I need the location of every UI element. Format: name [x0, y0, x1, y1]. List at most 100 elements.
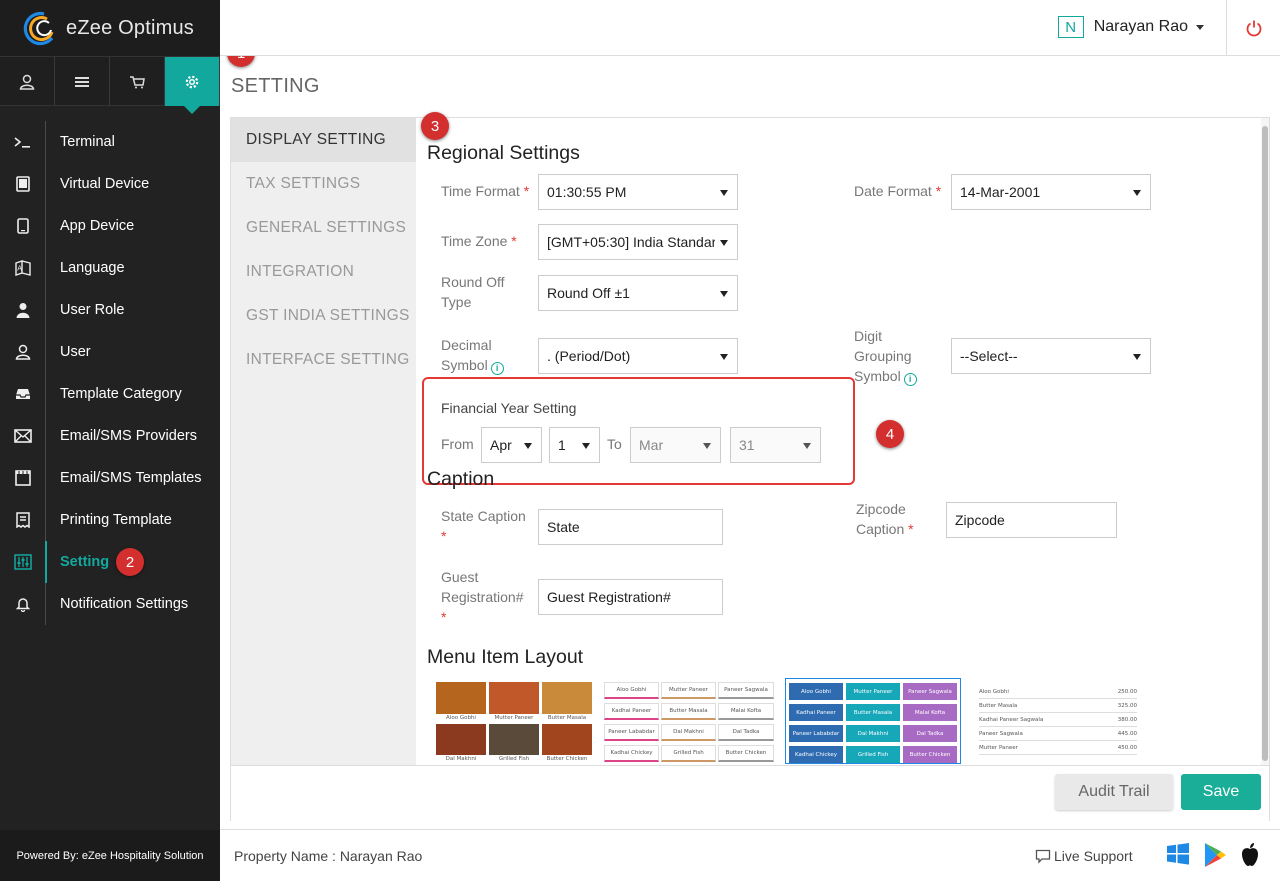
logout-button[interactable]: [1226, 0, 1280, 56]
bottom-bar: Property Name : Narayan Rao Live Support: [220, 829, 1280, 881]
grid-item: Dal Makhni: [661, 724, 716, 741]
sidebar-item-notification-settings[interactable]: Notification Settings: [0, 583, 220, 625]
list-item-price: 250.00: [1089, 686, 1137, 699]
phone-icon: [16, 218, 29, 234]
color-tile: Kadhai Paneer: [789, 704, 843, 721]
annotation-badge-2: 2: [116, 548, 144, 576]
chevron-down-icon: [1133, 190, 1141, 196]
photo-item-label: Grilled Fish: [498, 756, 530, 762]
color-tile: Grilled Fish: [846, 746, 900, 763]
subnav-tax-settings[interactable]: TAX SETTINGS: [231, 162, 416, 206]
sidebar-item-virtual-device[interactable]: Virtual Device: [0, 163, 220, 205]
live-support-link[interactable]: Live Support: [1035, 848, 1133, 864]
audit-trail-button[interactable]: Audit Trail: [1055, 774, 1173, 810]
list-item-price: 445.00: [1089, 728, 1137, 741]
food-photo: [542, 724, 592, 755]
zipcode-caption-input[interactable]: Zipcode: [946, 502, 1117, 538]
color-tile: Paneer Sagwala: [903, 683, 957, 700]
sidebar-item-printing-template[interactable]: Printing Template: [0, 499, 220, 541]
grid-item: Dal Tadka: [718, 724, 774, 741]
scrollbar-thumb[interactable]: [1262, 126, 1268, 761]
powered-by: Powered By: eZee Hospitality Solution: [0, 830, 220, 881]
chevron-down-icon: [720, 190, 728, 196]
sidebar-item-user-role[interactable]: User Role: [0, 289, 220, 331]
user-outline-icon: [15, 344, 30, 360]
layout-option-text-grid[interactable]: Aloo Gobhi Mutter Paneer Paneer Sagwala …: [604, 678, 776, 764]
info-icon[interactable]: i: [903, 372, 917, 386]
sidebar-item-terminal[interactable]: Terminal: [0, 121, 220, 163]
bell-icon: [15, 598, 30, 612]
sidebar-item-user[interactable]: User: [0, 331, 220, 373]
layout-option-price-list[interactable]: Aloo Gobhi 250.00 Butter Masala 325.00 K…: [977, 678, 1139, 764]
list-item-name: Paneer Sagwala: [979, 728, 1089, 741]
food-photo: [489, 724, 539, 755]
chevron-down-icon: [720, 354, 728, 360]
date-format-select[interactable]: 14-Mar-2001: [951, 174, 1151, 210]
sidebar-item-email-sms-templates[interactable]: Email/SMS Templates: [0, 457, 220, 499]
tab-settings[interactable]: [165, 57, 220, 114]
round-off-select[interactable]: Round Off ±1: [538, 275, 738, 311]
list-item-name: Kadhai Paneer Sagwala: [979, 714, 1089, 727]
google-play-icon[interactable]: [1203, 842, 1227, 868]
time-zone-label: Time Zone *: [441, 233, 517, 249]
save-button[interactable]: Save: [1181, 774, 1261, 810]
sidebar-item-language[interactable]: A Language: [0, 247, 220, 289]
info-icon[interactable]: i: [490, 361, 504, 375]
caption-heading: Caption: [427, 468, 495, 490]
grid-item: Kadhai Chickey: [604, 745, 659, 762]
app-name: eZee Optimus: [66, 16, 195, 39]
sidebar-item-app-device[interactable]: App Device: [0, 205, 220, 247]
layout-option-photo[interactable]: Aloo Gobhi Mutter Paneer Butter Masala D…: [434, 678, 594, 764]
decimal-symbol-select[interactable]: . (Period/Dot): [538, 338, 738, 374]
gear-icon: [185, 75, 199, 88]
list-item-price: 380.00: [1089, 714, 1137, 727]
color-tile: Kadhai Chickey: [789, 746, 843, 763]
sidebar-top-tabs: [0, 56, 220, 114]
language-icon: A: [14, 260, 31, 276]
sidebar-item-label: Template Category: [60, 386, 182, 402]
grid-item: Aloo Gobhi: [604, 682, 659, 699]
terminal-icon: [14, 137, 30, 148]
layout-option-color-tiles-selected[interactable]: Aloo Gobhi Mutter Paneer Paneer Sagwala …: [785, 678, 961, 764]
time-format-select[interactable]: 01:30:55 PM: [538, 174, 738, 210]
sidebar: eZee Optimus 1 Terminal Virtual Device A…: [0, 0, 255, 881]
user-menu[interactable]: N Narayan Rao: [1057, 16, 1204, 38]
sidebar-item-setting[interactable]: Setting 2: [0, 541, 220, 583]
tab-list[interactable]: [55, 57, 110, 106]
time-format-label: Time Format *: [441, 183, 530, 199]
guest-registration-label: Guest Registration# *: [441, 569, 524, 625]
photo-item-label: Mutter Paneer: [494, 715, 534, 721]
sliders-icon: [13, 554, 32, 570]
tab-user[interactable]: [0, 57, 55, 106]
subnav-gst-india-settings[interactable]: GST INDIA SETTINGS: [231, 294, 416, 338]
subnav-display-setting[interactable]: DISPLAY SETTING: [231, 118, 416, 162]
sidebar-item-template-category[interactable]: Template Category: [0, 373, 220, 415]
digit-grouping-select[interactable]: --Select--: [951, 338, 1151, 374]
tab-cart[interactable]: [110, 57, 165, 106]
time-zone-select[interactable]: [GMT+05:30] India Standard Time: [538, 224, 738, 260]
sidebar-item-label: Email/SMS Providers: [60, 428, 197, 444]
color-tile: Butter Masala: [846, 704, 900, 721]
food-photo: [489, 682, 539, 714]
regional-settings-heading: Regional Settings: [427, 142, 580, 164]
subnav-interface-setting[interactable]: INTERFACE SETTING: [231, 338, 416, 382]
decimal-symbol-label: Decimal Symbol i: [441, 335, 504, 375]
sidebar-item-label: Terminal: [60, 134, 115, 150]
digit-grouping-label: Digit Grouping Symbol i: [854, 326, 917, 386]
color-tile: Paneer Lababdar: [789, 725, 843, 742]
receipt-icon: [15, 512, 30, 528]
sidebar-item-email-sms-providers[interactable]: Email/SMS Providers: [0, 415, 220, 457]
color-tile: Malai Kofta: [903, 704, 957, 721]
photo-item-label: Dal Makhni: [445, 756, 477, 762]
content-scrollbar[interactable]: [1261, 118, 1269, 765]
guest-registration-input[interactable]: Guest Registration#: [538, 579, 723, 615]
state-caption-input[interactable]: State: [538, 509, 723, 545]
apple-store-icon[interactable]: [1239, 842, 1261, 868]
subnav-general-settings[interactable]: GENERAL SETTINGS: [231, 206, 416, 250]
grid-item: Kadhai Paneer: [604, 703, 659, 720]
sidebar-item-label: User: [60, 344, 91, 360]
windows-store-icon[interactable]: [1166, 842, 1190, 866]
subnav-integration[interactable]: INTEGRATION: [231, 250, 416, 294]
food-photo: [542, 682, 592, 714]
list-item-price: 325.00: [1089, 700, 1137, 713]
